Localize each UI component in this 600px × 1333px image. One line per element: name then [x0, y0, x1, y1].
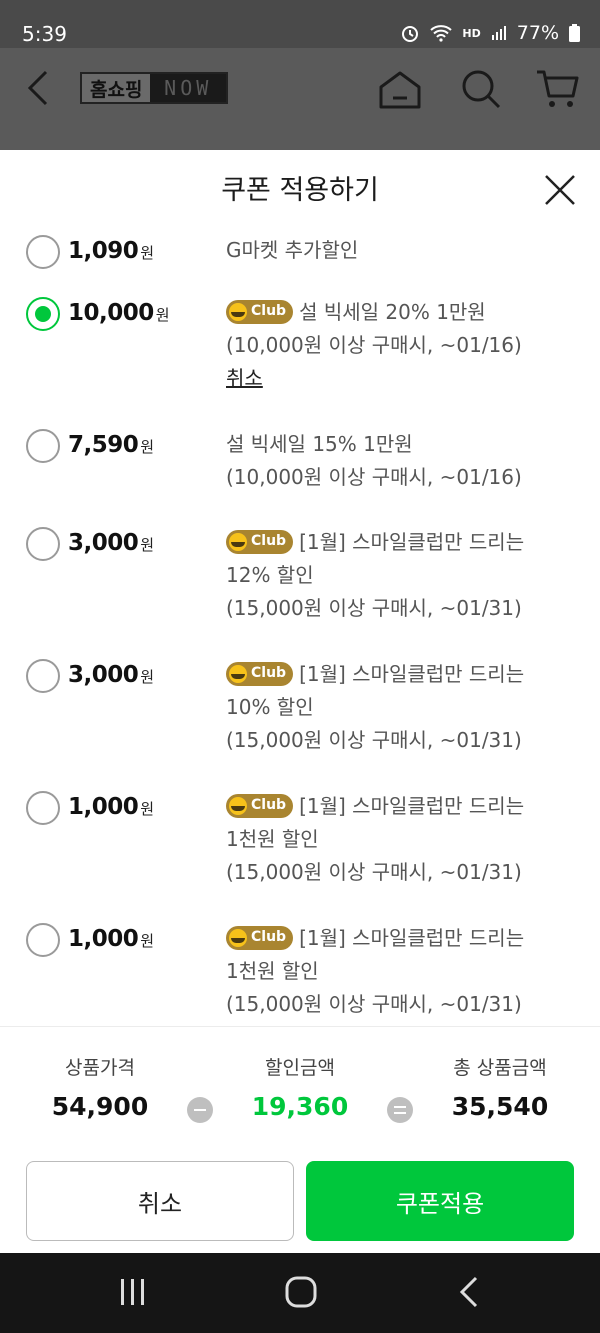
- status-time: 5:39: [22, 22, 67, 46]
- apply-coupon-button[interactable]: 쿠폰적용: [306, 1161, 574, 1241]
- coupon-desc-line: (15,000원 이상 구매시, ~01/31): [226, 596, 522, 620]
- coupon-radio[interactable]: [26, 659, 60, 693]
- alarm-icon: [400, 23, 420, 43]
- coupon-amount: 7,590 원: [68, 432, 154, 458]
- logo-now: NOW: [150, 74, 226, 102]
- summary-total: 총 상품금액 35,540: [400, 1053, 600, 1121]
- battery-icon: [569, 24, 580, 42]
- battery-percent: 77%: [516, 22, 559, 44]
- club-smile-icon: [229, 532, 247, 551]
- club-smile-icon: [229, 664, 247, 683]
- coupon-amount: 10,000 원: [68, 300, 170, 326]
- discount-label: 할인금액: [265, 1057, 335, 1079]
- club-badge: Club: [226, 299, 294, 324]
- coupon-desc-line: [1월] 스마일클럽만 드리는: [299, 530, 525, 554]
- coupon-radio[interactable]: [26, 235, 60, 269]
- sheet-title: 쿠폰 적용하기: [221, 175, 379, 206]
- club-smile-icon: [229, 796, 247, 815]
- coupon-desc-line: 설 빅세일 15% 1만원: [226, 432, 413, 456]
- coupon-desc-line: [1월] 스마일클럽만 드리는: [299, 794, 525, 818]
- coupon-cancel-link[interactable]: 취소: [226, 366, 263, 390]
- coupon-desc-line: 설 빅세일 20% 1만원: [299, 300, 486, 324]
- coupon-desc-line: [1월] 스마일클럽만 드리는: [299, 662, 525, 686]
- price-summary: 상품가격 54,900 할인금액 19,360 총 상품금액 35,540 취소…: [0, 1026, 600, 1253]
- status-bar: 5:39 HD 77%: [0, 0, 600, 48]
- close-icon[interactable]: [542, 172, 578, 208]
- network-label: HD: [462, 26, 481, 40]
- price-label: 상품가격: [65, 1057, 135, 1079]
- coupon-amount: 1,000 원: [68, 794, 154, 820]
- price-value: 54,900: [51, 1092, 149, 1121]
- coupon-amount: 1,090 원: [68, 238, 154, 264]
- coupon-desc-line: (15,000원 이상 구매시, ~01/31): [226, 860, 522, 884]
- app-header: 홈쇼핑 NOW: [0, 48, 600, 150]
- coupon-amount: 3,000 원: [68, 530, 154, 556]
- coupon-desc-line: G마켓 추가할인: [226, 238, 359, 262]
- total-label: 총 상품금액: [453, 1057, 547, 1079]
- coupon-radio[interactable]: [26, 923, 60, 957]
- logo-korean: 홈쇼핑: [90, 78, 143, 101]
- coupon-desc: Club [1월] 스마일클럽만 드리는 1천원 할인 (15,000원 이상 구…: [226, 922, 576, 1021]
- coupon-desc: 설 빅세일 15% 1만원 (10,000원 이상 구매시, ~01/16): [226, 428, 576, 494]
- coupon-amount: 3,000 원: [68, 662, 154, 688]
- status-indicators: HD 77%: [400, 22, 580, 44]
- coupon-desc-line: [1월] 스마일클럽만 드리는: [299, 926, 525, 950]
- wifi-icon: [430, 24, 453, 42]
- home-nav-icon[interactable]: [284, 1275, 318, 1313]
- coupon-radio[interactable]: [26, 429, 60, 463]
- coupon-desc-line: 12% 할인: [226, 563, 314, 587]
- coupon-sheet: 쿠폰 적용하기 1,090 원 G마켓 추가할인 10,000 원 Club 설 빅세…: [0, 150, 600, 1253]
- summary-price: 상품가격 54,900: [0, 1053, 200, 1121]
- coupon-desc: Club [1월] 스마일클럽만 드리는 1천원 할인 (15,000원 이상 구…: [226, 790, 576, 889]
- cart-icon[interactable]: [535, 68, 579, 114]
- recents-icon[interactable]: [118, 1275, 148, 1313]
- coupon-list[interactable]: 1,090 원 G마켓 추가할인 10,000 원 Club 설 빅세일 20% 1만…: [0, 228, 600, 1026]
- coupon-amount: 1,000 원: [68, 926, 154, 952]
- coupon-desc: Club [1월] 스마일클럽만 드리는 10% 할인 (15,000원 이상 구…: [226, 658, 576, 757]
- club-badge: Club: [226, 793, 294, 818]
- coupon-radio-selected[interactable]: [26, 297, 60, 331]
- home-icon[interactable]: [378, 70, 422, 114]
- club-badge: Club: [226, 529, 294, 554]
- signal-icon: [491, 25, 507, 41]
- coupon-desc: G마켓 추가할인: [226, 234, 576, 267]
- club-badge: Club: [226, 925, 294, 950]
- coupon-desc-line: (15,000원 이상 구매시, ~01/31): [226, 728, 522, 752]
- coupon-radio[interactable]: [26, 791, 60, 825]
- coupon-desc-line: (15,000원 이상 구매시, ~01/31): [226, 992, 522, 1016]
- club-smile-icon: [229, 928, 247, 947]
- club-smile-icon: [229, 302, 247, 321]
- coupon-radio[interactable]: [26, 527, 60, 561]
- discount-value: 19,360: [251, 1092, 349, 1121]
- coupon-desc-line: 1천원 할인: [226, 827, 319, 851]
- club-badge: Club: [226, 661, 294, 686]
- app-logo[interactable]: 홈쇼핑 NOW: [80, 72, 228, 104]
- coupon-desc: Club 설 빅세일 20% 1만원 (10,000원 이상 구매시, ~01/1…: [226, 296, 576, 395]
- back-icon[interactable]: [22, 68, 56, 112]
- total-value: 35,540: [451, 1092, 549, 1121]
- coupon-desc-line: (10,000원 이상 구매시, ~01/16): [226, 465, 522, 489]
- cancel-button[interactable]: 취소: [26, 1161, 294, 1241]
- coupon-desc-line: 1천원 할인: [226, 959, 319, 983]
- summary-discount: 할인금액 19,360: [200, 1053, 400, 1121]
- back-nav-icon[interactable]: [456, 1275, 482, 1313]
- search-icon[interactable]: [460, 68, 502, 114]
- coupon-desc-line: 10% 할인: [226, 695, 314, 719]
- coupon-desc-line: (10,000원 이상 구매시, ~01/16): [226, 333, 522, 357]
- coupon-desc: Club [1월] 스마일클럽만 드리는 12% 할인 (15,000원 이상 구…: [226, 526, 576, 625]
- system-nav-bar: [0, 1253, 600, 1333]
